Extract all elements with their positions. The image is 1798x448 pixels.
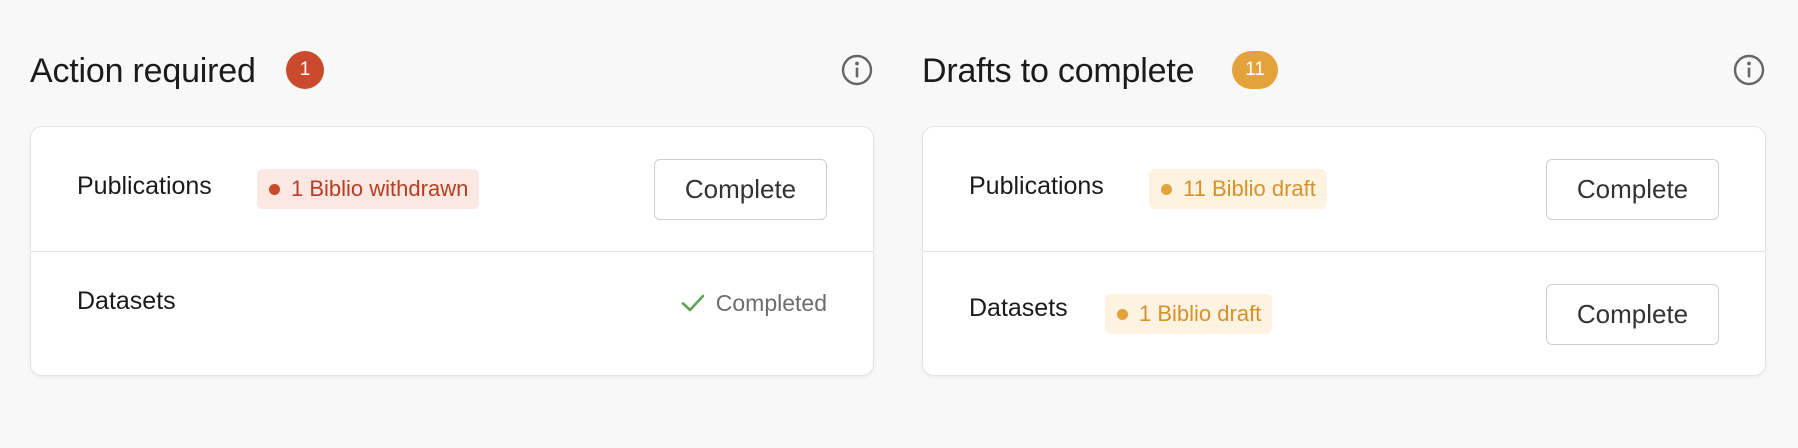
datasets-row: Datasets 1 Biblio draft Complete: [923, 252, 1765, 377]
status-dot-icon: [1117, 309, 1128, 320]
status-dot-icon: [1161, 184, 1172, 195]
drafts-title: Drafts to complete: [922, 52, 1195, 90]
datasets-row: Datasets Completed: [31, 252, 873, 377]
publications-row: Publications 11 Biblio draft Complete: [923, 127, 1765, 252]
withdrawn-badge-label: 1 Biblio withdrawn: [291, 176, 469, 201]
draft-badge-label: 11 Biblio draft: [1183, 176, 1316, 201]
publications-row: Publications 1 Biblio withdrawn Complete: [31, 127, 873, 252]
completed-status: Completed: [680, 287, 827, 319]
datasets-label: Datasets: [969, 294, 1068, 322]
draft-badge: 1 Biblio draft: [1105, 294, 1273, 334]
action-required-header: Action required 1: [30, 0, 874, 126]
datasets-label: Datasets: [77, 287, 176, 315]
complete-datasets-button[interactable]: Complete: [1546, 284, 1719, 345]
info-icon[interactable]: [1732, 53, 1766, 87]
action-required-count-badge: 1: [286, 51, 324, 89]
draft-badge: 11 Biblio draft: [1149, 169, 1327, 209]
drafts-section: Drafts to complete 11 Publications 11 Bi…: [922, 0, 1766, 376]
complete-publications-button[interactable]: Complete: [654, 159, 827, 220]
check-icon: [681, 294, 705, 312]
draft-badge-label: 1 Biblio draft: [1139, 301, 1262, 326]
complete-publications-button[interactable]: Complete: [1546, 159, 1719, 220]
action-required-title: Action required: [30, 52, 256, 90]
withdrawn-badge: 1 Biblio withdrawn: [257, 169, 480, 209]
status-dot-icon: [269, 184, 280, 195]
drafts-card: Publications 11 Biblio draft Complete Da…: [922, 126, 1766, 376]
publications-label: Publications: [969, 172, 1104, 200]
completed-status-label: Completed: [715, 289, 827, 316]
drafts-count-badge: 11: [1232, 51, 1278, 89]
publications-label: Publications: [77, 172, 212, 200]
action-required-card: Publications 1 Biblio withdrawn Complete…: [30, 126, 874, 376]
action-required-section: Action required 1 Publications 1 Biblio …: [30, 0, 874, 376]
info-icon[interactable]: [840, 53, 874, 87]
drafts-header: Drafts to complete 11: [922, 0, 1766, 126]
